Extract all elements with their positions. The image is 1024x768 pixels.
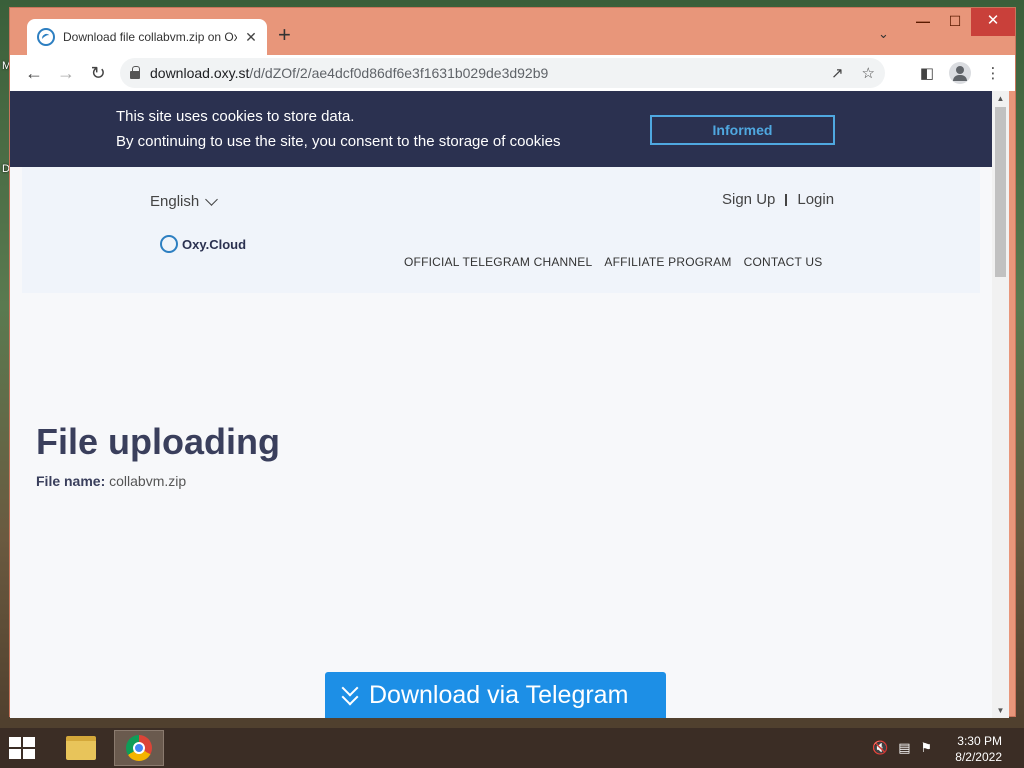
download-button-label: Download via Telegram (369, 680, 629, 709)
clock-date: 8/2/2022 (955, 750, 1002, 764)
minimize-button[interactable]: — (907, 8, 939, 36)
page-scrollbar[interactable]: ▲ ▼ (992, 91, 1009, 718)
auth-divider (785, 193, 788, 206)
site-logo[interactable]: Oxy.Cloud (160, 235, 246, 253)
browser-tab[interactable]: Download file collabvm.zip on Oxy.Cloud … (27, 19, 267, 55)
forward-icon[interactable]: → (50, 63, 82, 84)
file-explorer-taskbar-button[interactable] (56, 730, 106, 766)
login-link[interactable]: Login (797, 191, 834, 208)
taskbar: 🔇 ▤ ⚑ 3:30 PM 8/2/2022 (0, 728, 1024, 768)
browser-toolbar: ← → ↻ download.oxy.st/d/dZOf/2/ae4dcf0d8… (10, 55, 1015, 91)
scroll-down-icon[interactable]: ▼ (992, 706, 1009, 715)
file-name-label: File name: (36, 473, 106, 489)
cookie-banner: This site uses cookies to store data. By… (10, 91, 992, 167)
language-selector[interactable]: English (150, 192, 219, 210)
folder-icon (66, 736, 96, 760)
file-name-row: File name: collabvm.zip (36, 473, 186, 489)
oxy-favicon-icon (37, 28, 55, 46)
page-viewport: This site uses cookies to store data. By… (10, 91, 992, 718)
reload-icon[interactable]: ↻ (82, 63, 114, 84)
new-tab-button[interactable]: + (278, 24, 291, 46)
action-center-flag-icon[interactable]: ⚑ (920, 740, 932, 756)
chrome-taskbar-button[interactable] (114, 730, 164, 766)
tab-close-icon[interactable]: ✕ (243, 29, 259, 46)
url-path: /d/dZOf/2/ae4dcf0d86df6e3f1631b029de3d92… (249, 65, 549, 81)
profile-icon[interactable] (949, 62, 971, 84)
tab-strip: Download file collabvm.zip on Oxy.Cloud … (10, 8, 1015, 55)
auth-links: Sign Up Login (722, 191, 834, 208)
windows-start-icon[interactable] (9, 737, 37, 761)
file-name-value: collabvm.zip (109, 473, 187, 489)
site-header: English Sign Up Login Oxy.Cloud OFFICIAL… (22, 167, 980, 293)
scroll-up-icon[interactable]: ▲ (992, 94, 1009, 103)
nav-affiliate-program[interactable]: AFFILIATE PROGRAM (604, 255, 731, 269)
nav-telegram-channel[interactable]: OFFICIAL TELEGRAM CHANNEL (404, 255, 592, 269)
nav-contact-us[interactable]: CONTACT US (744, 255, 823, 269)
oxy-logo-icon (160, 235, 178, 253)
sign-up-link[interactable]: Sign Up (722, 191, 775, 208)
volume-muted-icon[interactable]: 🔇 (872, 740, 888, 756)
language-label: English (150, 193, 200, 210)
url-host: download.oxy.st (150, 65, 250, 81)
tab-title: Download file collabvm.zip on Oxy.Cloud (63, 30, 237, 44)
double-chevron-down-icon (339, 684, 361, 706)
back-icon[interactable]: ← (18, 63, 50, 84)
network-icon[interactable]: ▤ (898, 740, 910, 756)
system-tray: 🔇 ▤ ⚑ (872, 740, 932, 756)
browser-window: Download file collabvm.zip on Oxy.Cloud … (9, 7, 1016, 718)
url-text[interactable]: download.oxy.st/d/dZOf/2/ae4dcf0d86df6e3… (150, 65, 548, 81)
download-telegram-button[interactable]: Download via Telegram (325, 672, 666, 718)
main-nav: OFFICIAL TELEGRAM CHANNEL AFFILIATE PROG… (404, 255, 822, 269)
close-window-button[interactable]: ✕ (971, 8, 1015, 36)
taskbar-clock[interactable]: 3:30 PM 8/2/2022 (955, 733, 1002, 765)
share-icon[interactable]: ↗ (831, 64, 844, 82)
tab-search-chevron-icon[interactable]: ⌄ (878, 26, 889, 42)
scroll-thumb[interactable] (995, 107, 1006, 277)
chrome-icon (126, 735, 152, 761)
clock-time: 3:30 PM (957, 734, 1002, 748)
cookie-text-line2: By continuing to use the site, you conse… (116, 133, 561, 150)
side-panel-icon[interactable]: ◧ (917, 64, 937, 82)
logo-text: Oxy.Cloud (182, 236, 247, 252)
maximize-button[interactable]: ☐ (939, 8, 971, 36)
address-bar[interactable]: download.oxy.st/d/dZOf/2/ae4dcf0d86df6e3… (120, 58, 885, 88)
star-icon[interactable]: ☆ (862, 64, 875, 82)
page-title: File uploading (36, 421, 280, 462)
cookie-text-line1: This site uses cookies to store data. (116, 108, 355, 125)
chevron-down-icon (205, 192, 219, 206)
informed-button[interactable]: Informed (650, 115, 835, 145)
lock-icon[interactable] (130, 66, 140, 79)
menu-icon[interactable]: ⋮ (983, 64, 1003, 82)
